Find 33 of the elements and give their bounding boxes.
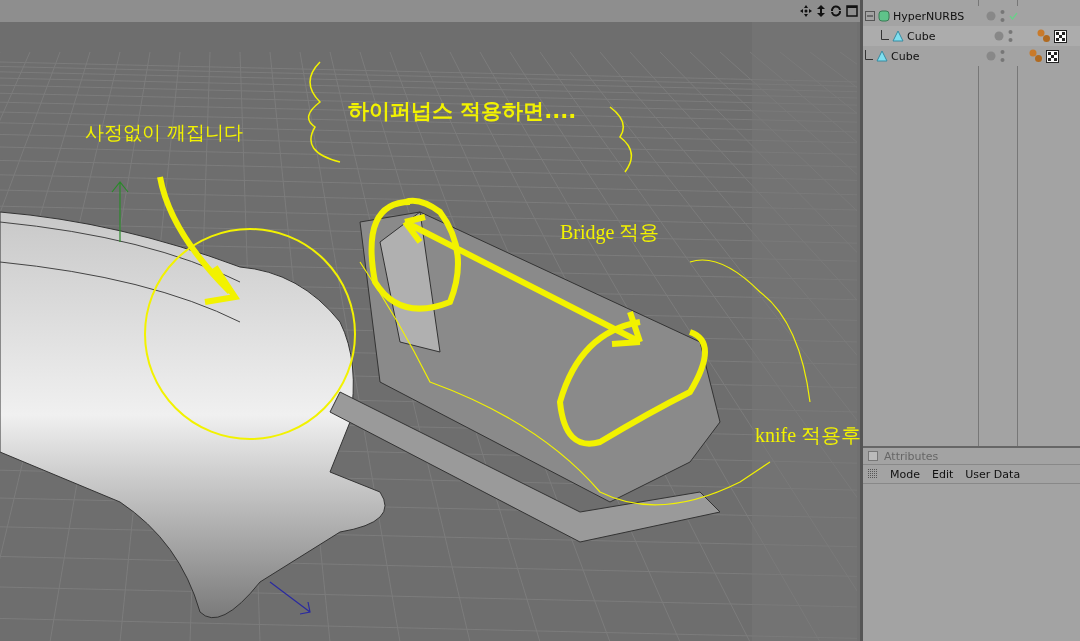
dots-icon[interactable] bbox=[1000, 9, 1005, 23]
check-icon[interactable] bbox=[1009, 12, 1018, 20]
texture-tag-icon[interactable] bbox=[1046, 49, 1059, 63]
move-icon[interactable] bbox=[800, 5, 812, 17]
grip-icon[interactable] bbox=[868, 469, 878, 479]
up-down-arrow-icon[interactable] bbox=[816, 5, 826, 17]
handwritten-annotation: 하이퍼넙스 적용하면.... bbox=[348, 98, 577, 125]
handwritten-annotation: knife 적용후 bbox=[755, 423, 860, 448]
dots-icon[interactable] bbox=[1000, 49, 1005, 63]
panel-title: Attributes bbox=[884, 449, 939, 463]
visibility-dot-icon[interactable] bbox=[994, 31, 1004, 41]
handwritten-annotation: Bridge 적용 bbox=[560, 220, 660, 246]
menu-item[interactable]: Edit bbox=[932, 467, 954, 481]
tree-line bbox=[865, 49, 873, 60]
menu-item[interactable]: User Data bbox=[965, 467, 1021, 481]
panel-checkbox-icon[interactable] bbox=[868, 451, 878, 461]
texture-tag-icon[interactable] bbox=[1054, 29, 1067, 43]
object-row[interactable]: Cube bbox=[863, 26, 1080, 46]
tree-line bbox=[881, 29, 889, 40]
nurbs-cube-icon bbox=[878, 10, 890, 22]
rotate-icon[interactable] bbox=[830, 5, 842, 17]
window-icon[interactable] bbox=[846, 5, 858, 17]
cone-icon bbox=[892, 30, 904, 42]
object-name[interactable]: HyperNURBS bbox=[893, 9, 965, 23]
handwritten-annotation: 사정없이 깨집니다 bbox=[85, 120, 244, 145]
dots-icon[interactable] bbox=[1008, 29, 1013, 43]
visibility-dot-icon[interactable] bbox=[986, 51, 996, 61]
cone-icon bbox=[876, 50, 888, 62]
collapse-icon[interactable] bbox=[865, 11, 875, 21]
visibility-dot-icon[interactable] bbox=[986, 11, 996, 21]
menu-item[interactable]: Mode bbox=[890, 467, 920, 481]
object-name[interactable]: Cube bbox=[907, 29, 936, 43]
object-name[interactable]: Cube bbox=[891, 49, 920, 63]
